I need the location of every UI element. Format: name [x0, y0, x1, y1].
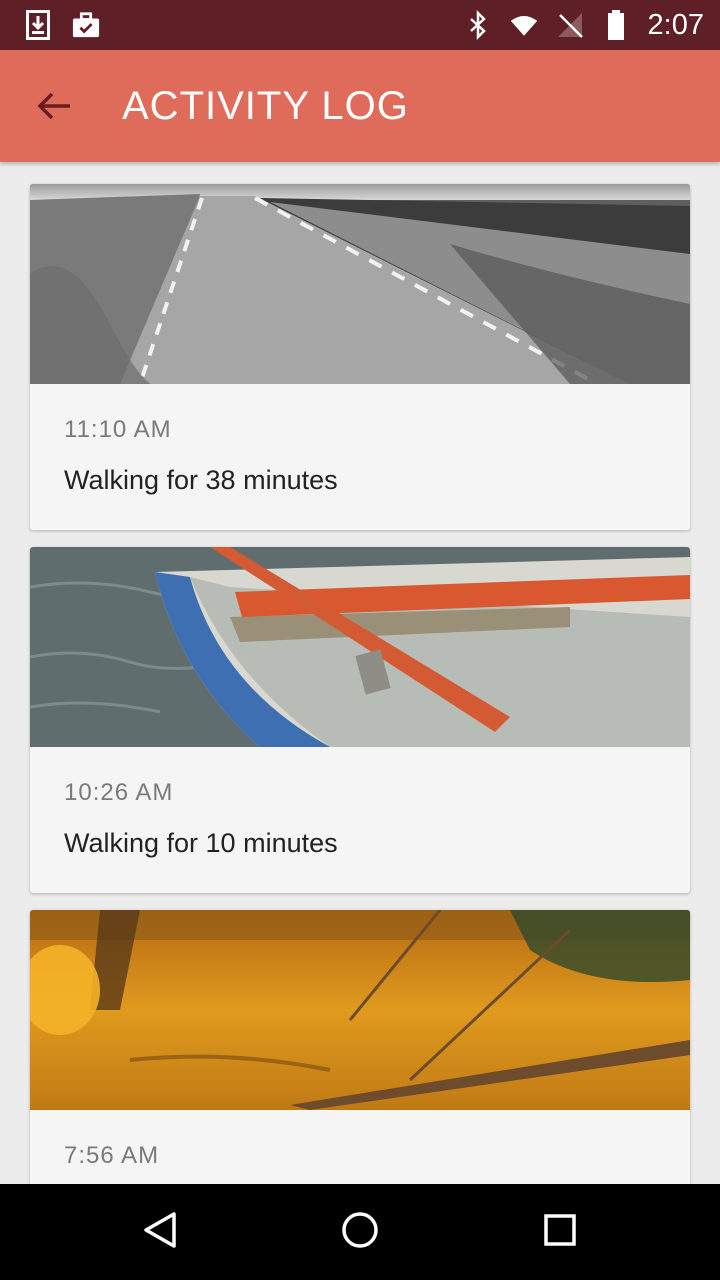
no-signal-icon	[556, 10, 584, 40]
download-icon	[24, 10, 52, 40]
nav-home-button[interactable]	[336, 1208, 384, 1256]
back-button[interactable]	[26, 80, 82, 136]
home-circle-icon	[340, 1210, 380, 1255]
recents-square-icon	[540, 1210, 580, 1255]
back-triangle-icon	[140, 1210, 180, 1255]
app-bar: ACTIVITY LOG	[0, 50, 720, 162]
activity-time: 7:56 AM	[64, 1142, 160, 1169]
wifi-icon	[510, 10, 538, 40]
activity-card[interactable]: 7:56 AM	[30, 910, 690, 1184]
bluetooth-icon	[464, 10, 492, 40]
battery-icon	[602, 10, 630, 40]
nav-recents-button[interactable]	[536, 1208, 584, 1256]
activity-card[interactable]: 10:26 AM Walking for 10 minutes	[30, 547, 690, 893]
page-title: ACTIVITY LOG	[122, 84, 409, 128]
activity-description: Walking for 38 minutes	[64, 465, 338, 495]
activity-list[interactable]: 11:10 AM Walking for 38 minutes 10:26 AM…	[0, 162, 720, 1184]
autumn-pond-photo	[30, 910, 690, 1110]
activity-description: Walking for 10 minutes	[64, 828, 338, 858]
road-photo	[30, 184, 690, 384]
activity-card[interactable]: 11:10 AM Walking for 38 minutes	[30, 184, 690, 530]
status-bar: 2:07	[0, 0, 720, 50]
briefcase-check-icon	[72, 10, 100, 40]
activity-time: 10:26 AM	[64, 779, 174, 806]
nav-back-button[interactable]	[136, 1208, 184, 1256]
boat-photo	[30, 547, 690, 747]
status-time: 2:07	[647, 9, 704, 41]
arrow-back-icon	[36, 91, 72, 126]
navigation-bar	[0, 1184, 720, 1280]
activity-time: 11:10 AM	[64, 416, 172, 443]
